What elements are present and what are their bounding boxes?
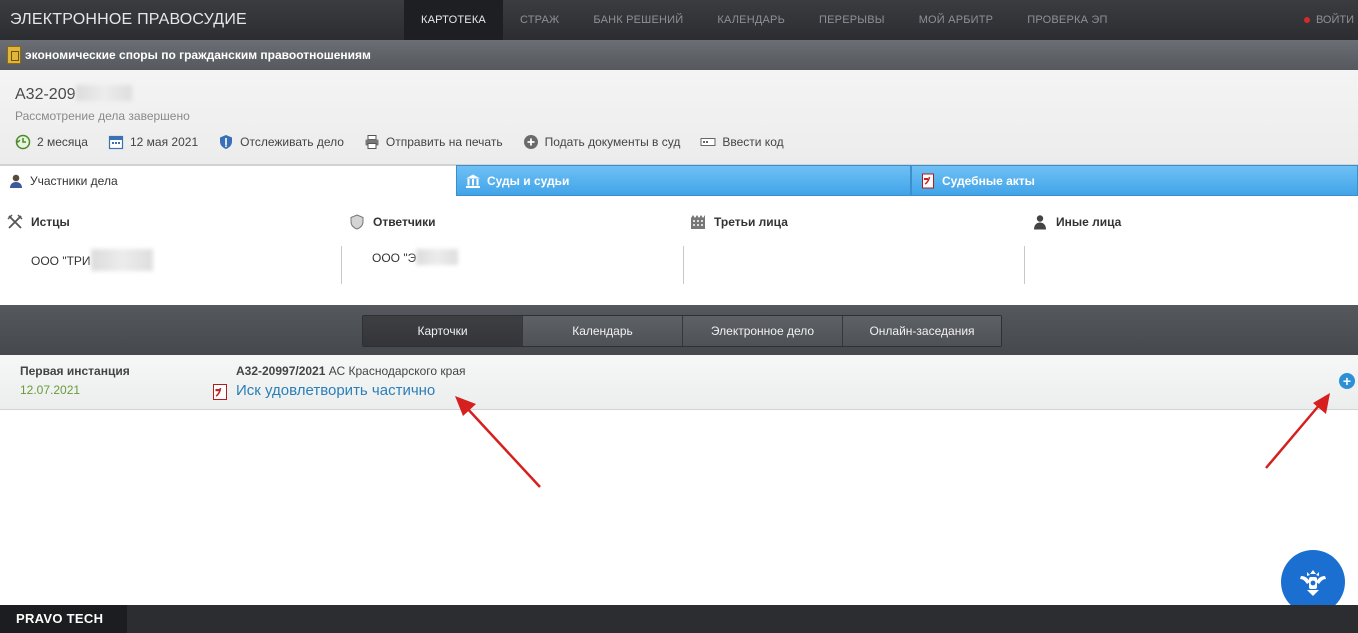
nav-item-ep-check[interactable]: ПРОВЕРКА ЭП: [1010, 0, 1124, 40]
tab-participants-label: Участники дела: [30, 174, 118, 188]
site-brand[interactable]: ЭЛЕКТРОННОЕ ПРАВОСУДИЕ: [10, 11, 247, 29]
building-icon: [691, 215, 705, 229]
nav-item-my-arbitr[interactable]: МОЙ АРБИТР: [902, 0, 1011, 40]
defendants-label: Ответчики: [373, 215, 436, 229]
login-label: ВОЙТИ: [1315, 14, 1354, 26]
subtabs: Карточки Календарь Электронное дело Онла…: [362, 315, 1002, 347]
annotation-arrow-left: [465, 406, 541, 488]
redacted-block: [75, 85, 132, 101]
crossed-swords-icon: [7, 214, 23, 229]
case-number: А32-209: [15, 85, 132, 104]
calendar-icon: [108, 135, 124, 150]
track-case-label: Отслеживать дело: [240, 135, 344, 149]
other-persons-label: Иные лица: [1056, 215, 1122, 229]
subtab-electronic-case[interactable]: Электронное дело: [683, 316, 843, 346]
redacted-block: [90, 249, 153, 271]
clock-back-icon: [15, 134, 31, 150]
submit-documents-label: Подать документы в суд: [544, 135, 681, 149]
date-label: 12 мая 2021: [129, 135, 199, 149]
date-indicator: 12 мая 2021: [108, 134, 198, 150]
category-label: экономические споры по гражданским право…: [25, 48, 371, 62]
code-icon: [700, 138, 716, 146]
category-bar: экономические споры по гражданским право…: [0, 40, 1358, 70]
expand-instance-button[interactable]: +: [1339, 373, 1355, 389]
enter-code-button[interactable]: Ввести код: [700, 134, 784, 150]
instance-title: Первая инстанция: [20, 364, 130, 378]
plaintiffs-heading: Истцы: [7, 214, 70, 230]
third-parties-column: Третьи лица: [684, 196, 1024, 291]
nav-item-bank-resheniy[interactable]: БАНК РЕШЕНИЙ: [576, 0, 700, 40]
tab-courts[interactable]: Суды и судьи: [456, 165, 911, 196]
pdf-icon: [213, 384, 227, 400]
nav-item-breaks[interactable]: ПЕРЕРЫВЫ: [802, 0, 902, 40]
subtab-online-sessions[interactable]: Онлайн-заседания: [843, 316, 1001, 346]
case-actions: 2 месяца 12 мая 2021 Отслеживать дело От…: [15, 134, 804, 150]
print-label: Отправить на печать: [385, 135, 503, 149]
redacted-block: [416, 249, 459, 265]
annotation-arrow-right: [1265, 402, 1322, 469]
instance-date: 12.07.2021: [20, 383, 81, 397]
third-parties-heading: Третьи лица: [690, 214, 788, 230]
pdf-icon: [922, 173, 934, 188]
printer-icon: [365, 135, 379, 149]
third-parties-label: Третьи лица: [714, 215, 788, 229]
print-button[interactable]: Отправить на печать: [364, 134, 503, 150]
main-nav: КАРТОТЕКА СТРАЖ БАНК РЕШЕНИЙ КАЛЕНДАРЬ П…: [404, 0, 1125, 40]
plaintiffs-label: Истцы: [31, 215, 70, 229]
participants-panel: Истцы ООО "ТРИ Ответчики ООО "Э Третьи л…: [0, 196, 1358, 306]
enter-code-label: Ввести код: [722, 135, 784, 149]
subtab-cards[interactable]: Карточки: [363, 316, 523, 346]
login-button[interactable]: ВОЙТИ: [1303, 0, 1358, 40]
eagle-emblem-icon: [1300, 570, 1326, 596]
other-persons-heading: Иные лица: [1032, 214, 1121, 230]
submit-documents-button[interactable]: Подать документы в суд: [523, 134, 681, 150]
plaintiff-name-text: ООО "ТРИ: [31, 254, 91, 268]
duration-label: 2 месяца: [37, 135, 88, 149]
shield-outline-icon: [350, 214, 364, 230]
case-header: А32-209 Рассмотрение дела завершено 2 ме…: [0, 70, 1358, 165]
folder-icon: [7, 46, 21, 64]
nav-item-strazh[interactable]: СТРАЖ: [503, 0, 576, 40]
footer: PRAVO TECH: [0, 605, 1358, 633]
case-status: Рассмотрение дела завершено: [15, 109, 190, 123]
tab-judicial-acts-label: Судебные акты: [942, 173, 1035, 188]
courthouse-icon: [466, 174, 480, 188]
nav-item-kartoteka[interactable]: КАРТОТЕКА: [404, 0, 503, 40]
document-link[interactable]: Иск удовлетворить частично: [236, 382, 435, 399]
defendants-heading: Ответчики: [349, 214, 436, 230]
instance-court: АС Краснодарского края: [328, 364, 466, 378]
instance-case-number: А32-20997/2021: [236, 364, 326, 378]
shield-icon: [220, 135, 233, 149]
tab-judicial-acts[interactable]: Судебные акты: [911, 165, 1358, 196]
nav-item-calendar[interactable]: КАЛЕНДАРЬ: [700, 0, 802, 40]
subtabs-bar: Карточки Календарь Электронное дело Онла…: [0, 305, 1358, 355]
defendant-name-text: ООО "Э: [372, 251, 417, 265]
top-navigation-bar: ЭЛЕКТРОННОЕ ПРАВОСУДИЕ КАРТОТЕКА СТРАЖ Б…: [0, 0, 1358, 40]
subtab-calendar[interactable]: Календарь: [523, 316, 683, 346]
duration-indicator: 2 месяца: [15, 134, 88, 150]
case-number-text: А32-209: [15, 86, 76, 103]
plus-circle-icon: [523, 135, 538, 149]
tab-courts-label: Суды и судьи: [487, 173, 570, 188]
status-dot-icon: [1303, 17, 1310, 23]
instance-case-info: А32-20997/2021 АС Краснодарского края: [236, 364, 466, 378]
person-icon: [10, 174, 22, 188]
plaintiff-name[interactable]: ООО "ТРИ: [31, 249, 153, 271]
defendant-name[interactable]: ООО "Э: [372, 249, 459, 265]
track-case-button[interactable]: Отслеживать дело: [218, 134, 344, 150]
case-tabs: Участники дела Суды и судьи Судебные акт…: [0, 165, 1358, 196]
defendants-column: Ответчики ООО "Э: [342, 196, 682, 291]
person-silhouette-icon: [1034, 215, 1046, 230]
instance-row: Первая инстанция 12.07.2021 А32-20997/20…: [0, 355, 1358, 410]
pravo-tech-logo[interactable]: PRAVO TECH: [0, 605, 127, 633]
plaintiffs-column: Истцы ООО "ТРИ: [0, 196, 340, 291]
tab-participants[interactable]: Участники дела: [0, 165, 456, 196]
other-persons-column: Иные лица: [1025, 196, 1358, 291]
